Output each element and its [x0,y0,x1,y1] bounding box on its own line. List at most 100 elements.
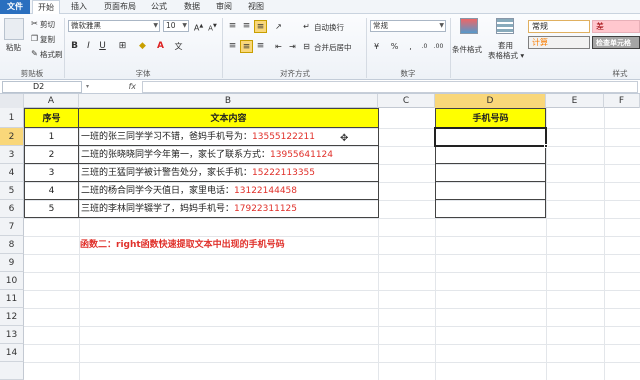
phonetic-icon[interactable]: 文 [172,40,185,53]
align-bottom-icon[interactable]: ≡ [254,20,267,33]
number-format-combo[interactable]: 常规 ▼ [370,20,446,32]
row-header-15[interactable] [0,362,24,380]
header-text[interactable]: 文本内容 [78,108,379,128]
font-name-combo[interactable]: 微软雅黑 ▼ [68,20,160,32]
align-center-icon[interactable]: ≡ [240,40,253,53]
phone-cell[interactable] [435,145,546,164]
cell-text[interactable]: 二班的杨合同学今天值日，家里电话：13122144458 [78,181,379,200]
ribbon: 粘贴 ✂ 剪切 ❐ 复制 ✎ 格式刷 剪贴板 微软雅黑 ▼ 10 ▼ A▲ A▼ B… [0,14,640,80]
cell-seq[interactable]: 1 [24,127,79,146]
paste-button[interactable]: 粘贴 [6,42,21,53]
row-header-2[interactable]: 2 [0,128,24,146]
tab-review[interactable]: 审阅 [212,0,236,14]
align-right-icon[interactable]: ≡ [254,40,267,53]
fill-handle[interactable] [544,144,548,148]
header-phone[interactable]: 手机号码 [435,108,546,128]
decrease-decimal-icon[interactable]: .00 [432,40,445,53]
row-header-7[interactable]: 7 [0,218,24,236]
format-painter-button[interactable]: 格式刷 [40,49,63,60]
row-header-6[interactable]: 6 [0,200,24,218]
tab-file[interactable]: 文件 [0,0,30,14]
style-check-cell[interactable]: 检查单元格 [592,36,640,49]
style-bad[interactable]: 差 [592,20,640,33]
border-icon[interactable]: ⊞ [116,40,129,53]
fx-button[interactable]: fx [100,81,140,93]
fill-color-icon[interactable]: ◆ [136,40,149,53]
select-all-corner[interactable] [0,94,24,108]
column-header-c[interactable]: C [378,94,435,108]
tab-insert[interactable]: 插入 [66,0,92,14]
font-color-icon[interactable]: A [154,40,167,53]
cell-text[interactable]: 二班的张晓晓同学今年第一，家长了联系方式：13955641124 [78,145,379,164]
merge-center-button[interactable]: 合并后居中 [314,42,352,53]
conditional-format-button[interactable]: 条件格式 [452,44,482,55]
phone-cell[interactable] [435,163,546,182]
cell-seq[interactable]: 3 [24,163,79,182]
align-top-icon[interactable]: ≡ [226,20,239,33]
tab-home[interactable]: 开始 [32,0,60,15]
orientation-icon[interactable]: ↗ [272,20,285,33]
row-header-5[interactable]: 5 [0,182,24,200]
align-middle-icon[interactable]: ≡ [240,20,253,33]
row-header-4[interactable]: 4 [0,164,24,182]
tab-formulas[interactable]: 公式 [147,0,171,14]
header-seq[interactable]: 序号 [24,108,79,128]
merge-icon[interactable]: ⊟ [300,40,313,53]
tab-page-layout[interactable]: 页面布局 [100,0,140,14]
paste-icon[interactable] [4,18,24,40]
wrap-text-button[interactable]: 自动换行 [314,22,344,33]
increase-indent-icon[interactable]: ⇥ [286,40,299,53]
font-size-combo[interactable]: 10 ▼ [163,20,189,32]
cell-text[interactable]: 三班的王猛同学被计警告处分，家长手机：15222113355 [78,163,379,182]
column-header-b[interactable]: B [79,94,378,108]
row-header-1[interactable]: 1 [0,108,24,128]
grow-font-icon[interactable]: A▲ [192,20,205,33]
phone-cell[interactable] [435,199,546,218]
tab-data[interactable]: 数据 [180,0,204,14]
cell-text[interactable]: 一班的张三同学学习不错，爸妈手机号为：13555122211 [78,127,379,146]
text-content: 三班的王猛同学被计警告处分，家长手机： [81,168,253,178]
cell-seq[interactable]: 4 [24,181,79,200]
chevron-down-icon: ▾ [86,83,90,90]
increase-decimal-icon[interactable]: .0 [418,40,431,53]
tab-view[interactable]: 视图 [244,0,268,14]
column-header-f[interactable]: F [604,94,640,108]
formula-input[interactable] [142,81,638,93]
row-header-12[interactable]: 12 [0,308,24,326]
row-header-9[interactable]: 9 [0,254,24,272]
phone-cell[interactable] [435,181,546,200]
phone-number: 13555122211 [252,132,316,142]
active-cell-selection[interactable] [434,127,547,147]
table-format-icon[interactable] [496,18,514,34]
percent-icon[interactable]: % [388,40,401,53]
cell-seq[interactable]: 5 [24,199,79,218]
currency-icon[interactable]: ¥ [370,40,383,53]
bold-icon[interactable]: B [68,40,81,53]
cut-button[interactable]: 剪切 [40,19,55,30]
column-header-e[interactable]: E [546,94,604,108]
ribbon-separator [450,18,451,78]
row-header-8[interactable]: 8 [0,236,24,254]
comma-icon[interactable]: , [404,40,417,53]
table-format-button-line2[interactable]: 表格格式 ▾ [488,50,524,61]
name-box[interactable]: D2 [2,81,82,93]
decrease-indent-icon[interactable]: ⇤ [272,40,285,53]
align-left-icon[interactable]: ≡ [226,40,239,53]
copy-button[interactable]: 复制 [40,34,55,45]
row-header-14[interactable]: 14 [0,344,24,362]
row-header-13[interactable]: 13 [0,326,24,344]
underline-icon[interactable]: U [96,40,109,53]
cell-seq[interactable]: 2 [24,145,79,164]
row-header-3[interactable]: 3 [0,146,24,164]
wrap-text-icon[interactable]: ↵ [300,20,313,33]
style-calculation[interactable]: 计算 [528,36,590,49]
style-normal[interactable]: 常规 [528,20,590,33]
cell-text[interactable]: 三班的李林同学辍学了，妈妈手机号：17922311125 [78,199,379,218]
row-header-11[interactable]: 11 [0,290,24,308]
conditional-format-icon[interactable] [460,18,478,34]
italic-icon[interactable]: I [82,40,95,53]
column-header-d[interactable]: D [435,94,546,108]
row-header-10[interactable]: 10 [0,272,24,290]
shrink-font-icon[interactable]: A▼ [206,20,219,33]
column-header-a[interactable]: A [24,94,79,108]
